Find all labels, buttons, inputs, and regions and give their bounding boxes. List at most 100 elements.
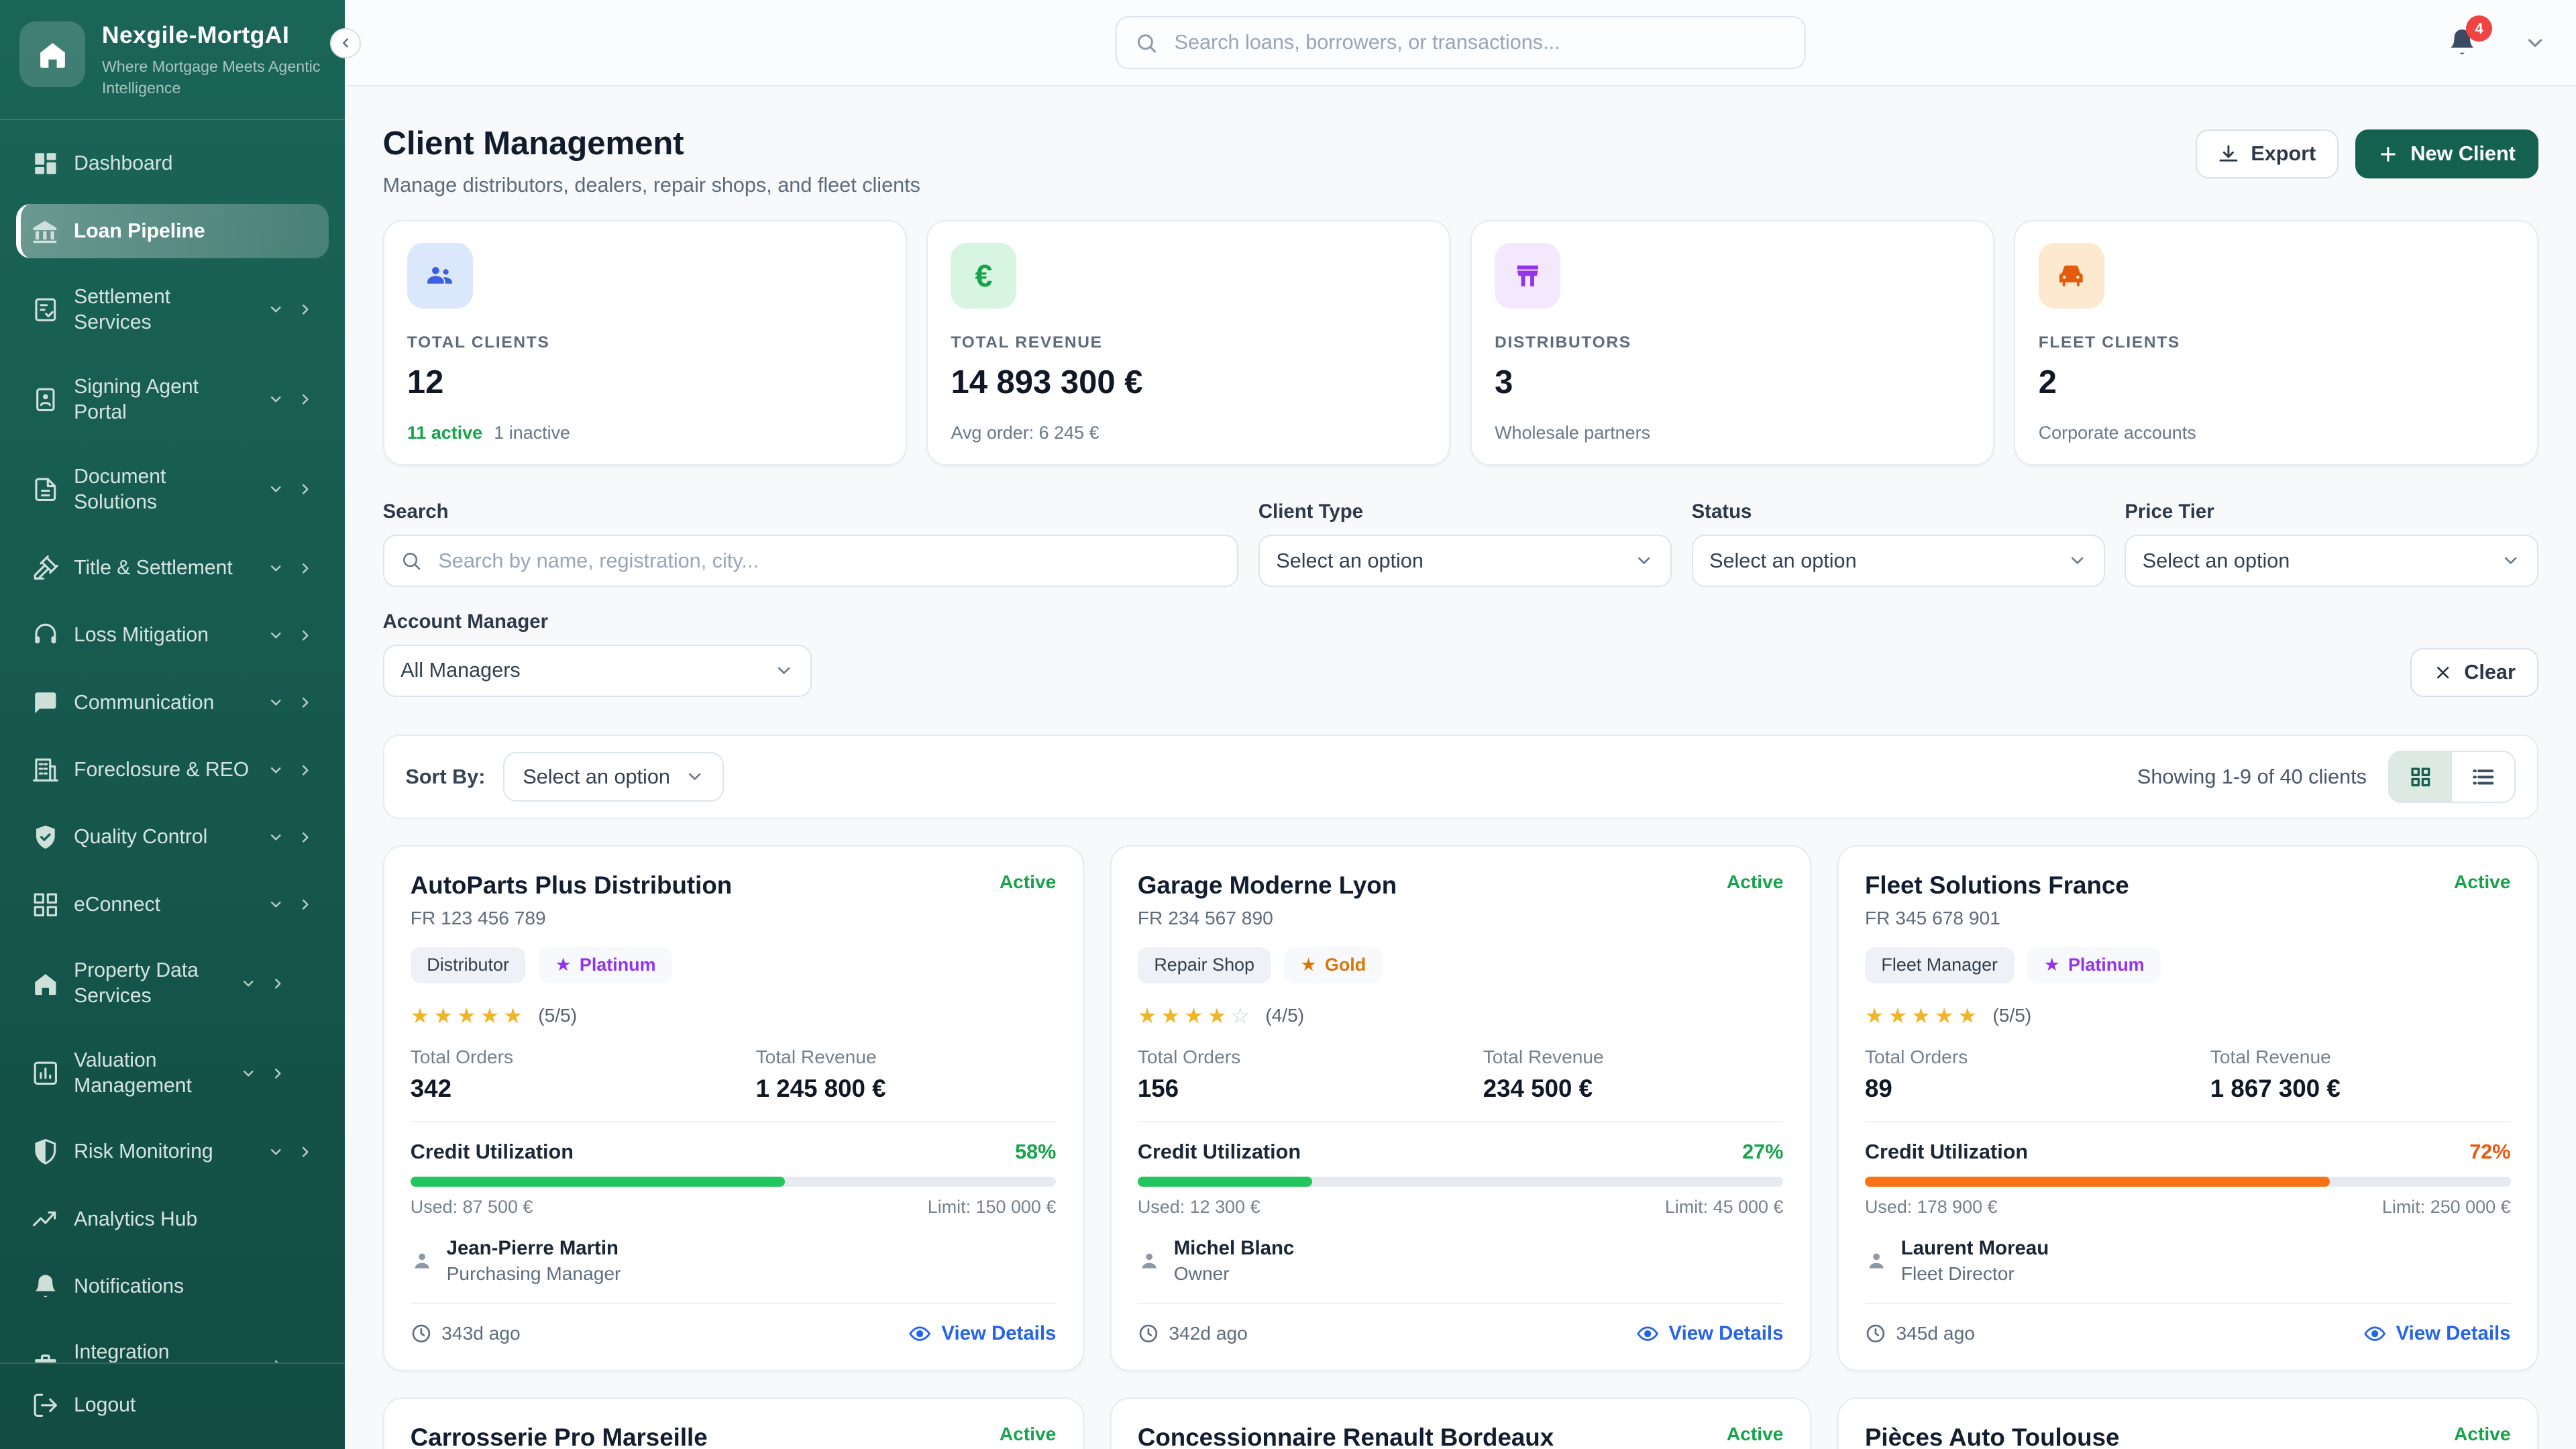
chevron-right-icon[interactable] (270, 1065, 286, 1081)
client-card[interactable]: Pièces Auto Toulouse Active FR 678 901 2… (1837, 1397, 2538, 1449)
sidebar-collapse-button[interactable] (330, 28, 361, 59)
home-icon (36, 38, 69, 70)
chevron-right-icon[interactable] (297, 391, 313, 407)
sidebar-item-communication[interactable]: Communication (16, 676, 328, 730)
chevron-right-icon[interactable] (297, 896, 313, 912)
trending-up-icon (32, 1205, 60, 1234)
sidebar-item-analytics-hub[interactable]: Analytics Hub (16, 1192, 328, 1246)
client-search-input[interactable] (435, 547, 1220, 574)
clock-icon (1138, 1323, 1159, 1344)
sidebar-item-title-settlement[interactable]: Title & Settlement (16, 541, 328, 595)
building-icon (32, 756, 60, 784)
sidebar-item-foreclosure-reo[interactable]: Foreclosure & REO (16, 743, 328, 798)
client-card[interactable]: Garage Moderne Lyon Active FR 234 567 89… (1110, 845, 1811, 1371)
chevron-right-icon[interactable] (270, 1357, 286, 1362)
chevron-down-icon[interactable] (268, 1144, 284, 1160)
new-client-button[interactable]: New Client (2355, 129, 2538, 178)
stat-distributors: DISTRIBUTORS 3 Wholesale partners (1470, 220, 1994, 466)
rating-text: (4/5) (1265, 1005, 1304, 1026)
view-details-link[interactable]: View Details (1636, 1322, 1784, 1345)
status-badge: Active (1727, 1424, 1784, 1445)
client-card[interactable]: AutoParts Plus Distribution Active FR 12… (383, 845, 1084, 1371)
chevron-down-icon[interactable] (268, 391, 284, 407)
chevron-right-icon[interactable] (297, 694, 313, 710)
export-button[interactable]: Export (2196, 129, 2339, 178)
sidebar-item-settlement-services[interactable]: Settlement Services (16, 271, 328, 347)
sidebar-item-integration-management[interactable]: Integration Management (16, 1327, 328, 1362)
dashboard-icon (32, 150, 60, 178)
total-revenue-value: 1 867 300 € (2210, 1075, 2511, 1103)
clients-icon (407, 243, 473, 309)
status-select[interactable]: Select an option (1692, 535, 2105, 587)
list-view-icon (2471, 765, 2496, 790)
sidebar-item-document-solutions[interactable]: Document Solutions (16, 451, 328, 527)
chevron-right-icon[interactable] (270, 975, 286, 991)
chevron-right-icon[interactable] (297, 301, 313, 317)
inactive-count: 1 inactive (494, 423, 570, 443)
global-search[interactable] (1116, 16, 1806, 68)
chevron-right-icon[interactable] (297, 762, 313, 778)
chevron-down-icon[interactable] (268, 829, 284, 845)
id-badge-icon (32, 386, 60, 414)
chevron-down-icon[interactable] (240, 975, 256, 991)
rating-stars: ★★★★☆ (1138, 1003, 1254, 1028)
chevron-down-icon[interactable] (268, 762, 284, 778)
sidebar-item-loan-pipeline[interactable]: Loan Pipeline (16, 204, 328, 258)
logout-button[interactable]: Logout (16, 1379, 328, 1433)
notifications-button[interactable]: 4 (2447, 27, 2478, 58)
updated-ago: 342d ago (1169, 1323, 1247, 1344)
chevron-right-icon[interactable] (297, 829, 313, 845)
chevron-right-icon[interactable] (297, 1144, 313, 1160)
sidebar-item-valuation-management[interactable]: Valuation Management (16, 1035, 328, 1112)
chevron-right-icon[interactable] (297, 481, 313, 497)
price-tier-select[interactable]: Select an option (2125, 535, 2538, 587)
list-view-button[interactable] (2452, 752, 2514, 801)
chevron-down-icon[interactable] (240, 1357, 256, 1362)
rating-stars: ★★★★★ (1865, 1003, 1981, 1028)
client-card[interactable]: Concessionnaire Renault Bordeaux Active … (1110, 1397, 1811, 1449)
client-card[interactable]: Carrosserie Pro Marseille Active FR 456 … (383, 1397, 1084, 1449)
account-manager-select[interactable]: All Managers (383, 645, 812, 697)
sidebar-item-risk-monitoring[interactable]: Risk Monitoring (16, 1125, 328, 1179)
chevron-down-icon[interactable] (268, 627, 284, 643)
person-icon (1865, 1249, 1888, 1272)
search-icon (400, 550, 422, 572)
view-details-link[interactable]: View Details (2363, 1322, 2511, 1345)
sidebar-footer: Logout (0, 1362, 345, 1449)
view-details-link[interactable]: View Details (908, 1322, 1056, 1345)
sidebar-item-loss-mitigation[interactable]: Loss Mitigation (16, 608, 328, 663)
chevron-down-icon[interactable] (2524, 32, 2546, 54)
chevron-right-icon[interactable] (297, 627, 313, 643)
sidebar-item-dashboard[interactable]: Dashboard (16, 137, 328, 191)
client-card[interactable]: Fleet Solutions France Active FR 345 678… (1837, 845, 2538, 1371)
euro-icon: € (951, 243, 1016, 309)
client-type-select[interactable]: Select an option (1258, 535, 1672, 587)
grid-icon (32, 891, 60, 919)
client-search-field[interactable] (383, 535, 1239, 587)
star-icon: ★ (1301, 955, 1317, 975)
chevron-down-icon[interactable] (268, 896, 284, 912)
sidebar-item-property-data-services[interactable]: Property Data Services (16, 945, 328, 1022)
client-name: Carrosserie Pro Marseille (411, 1424, 708, 1449)
sidebar-item-notifications[interactable]: Notifications (16, 1259, 328, 1313)
sidebar-item-econnect[interactable]: eConnect (16, 877, 328, 932)
chevron-right-icon[interactable] (297, 560, 313, 576)
chevron-down-icon[interactable] (268, 481, 284, 497)
sidebar-item-quality-control[interactable]: Quality Control (16, 810, 328, 865)
utilization-bar (1865, 1177, 2511, 1187)
client-type-chip: Distributor (411, 947, 526, 983)
sidebar-item-signing-agent-portal[interactable]: Signing Agent Portal (16, 361, 328, 437)
person-icon (411, 1249, 433, 1272)
chevron-down-icon[interactable] (268, 301, 284, 317)
utilization-bar (411, 1177, 1057, 1187)
grid-view-button[interactable] (2390, 752, 2452, 801)
chevron-down-icon[interactable] (268, 560, 284, 576)
chevron-down-icon[interactable] (240, 1065, 256, 1081)
global-search-input[interactable] (1171, 30, 1786, 56)
sort-select[interactable]: Select an option (503, 752, 724, 801)
chevron-down-icon (2068, 551, 2087, 570)
clear-filters-button[interactable]: Clear (2410, 648, 2538, 697)
tier-chip: ★Platinum (2027, 947, 2161, 983)
chevron-down-icon[interactable] (268, 694, 284, 710)
brand-tagline: Where Mortgage Meets Agentic Intelligenc… (102, 56, 325, 99)
